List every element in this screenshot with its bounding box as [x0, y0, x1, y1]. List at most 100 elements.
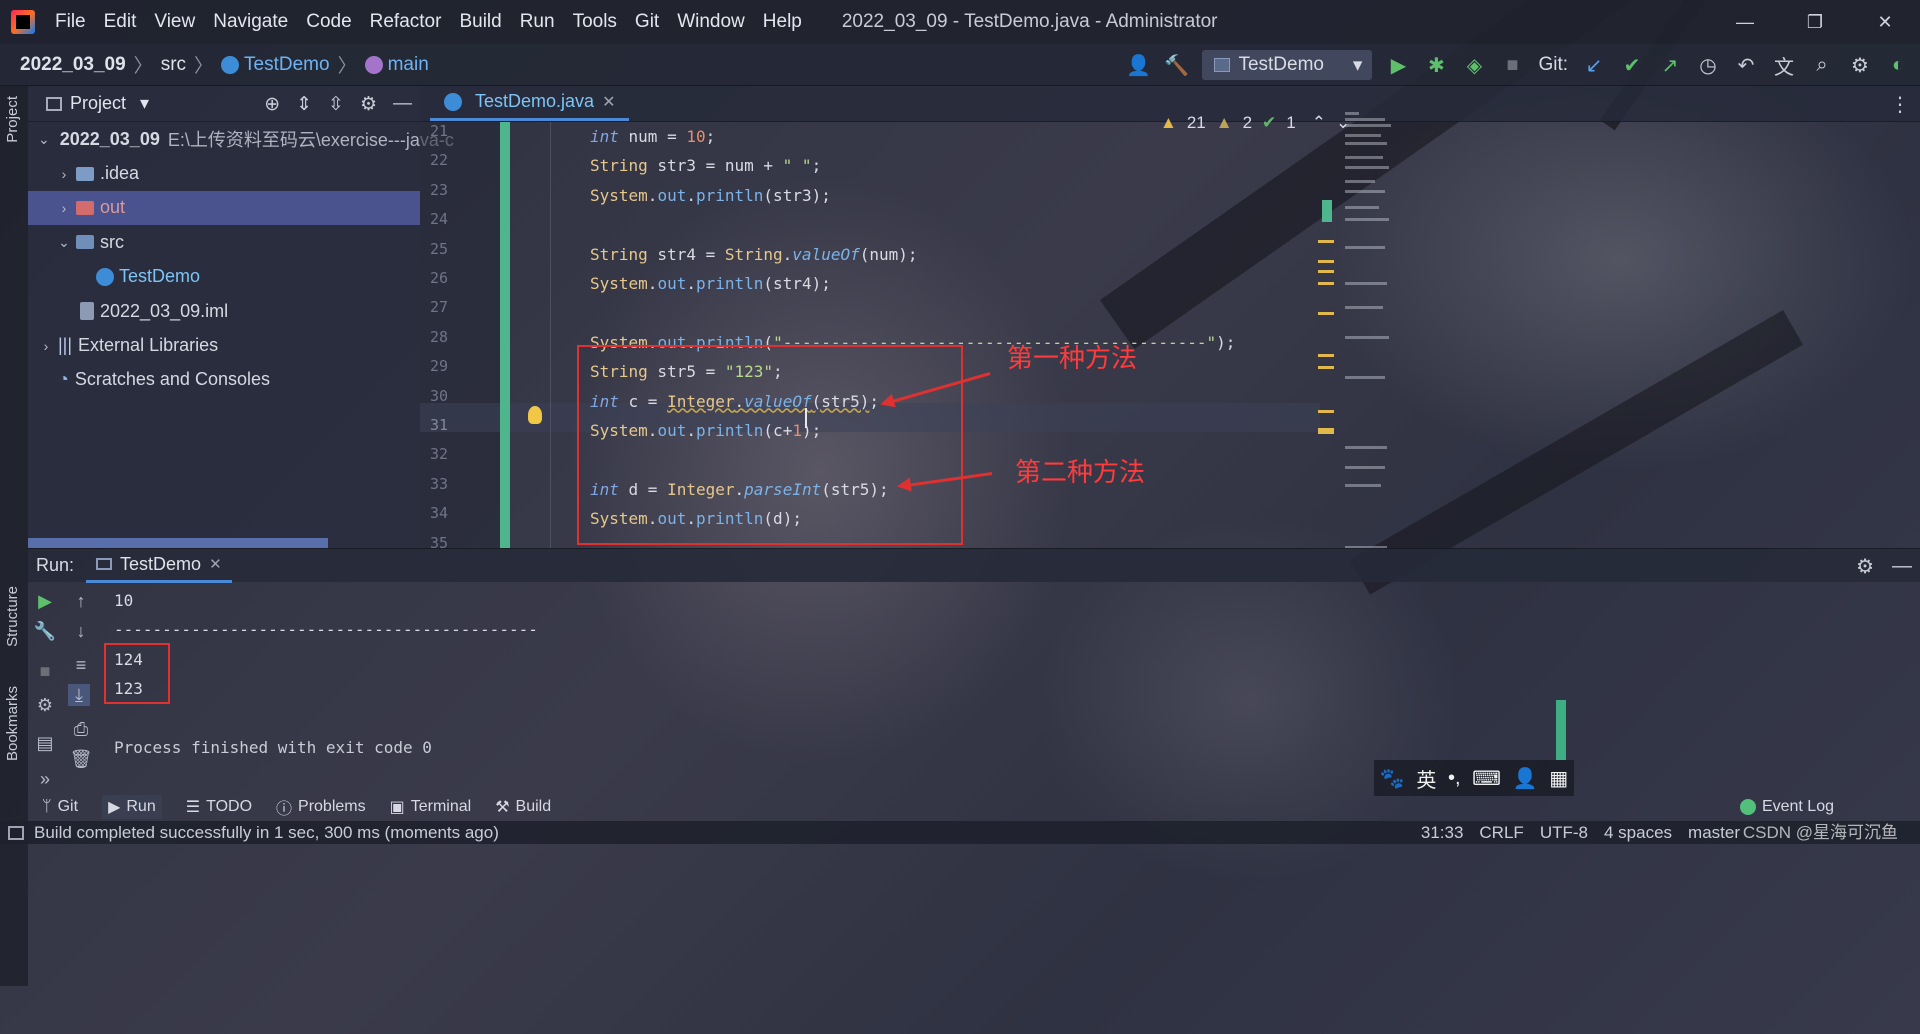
expand-all-icon[interactable]: ⇕ [296, 93, 312, 116]
layout-toggle-icon[interactable] [8, 825, 24, 840]
more-icon[interactable]: » [34, 768, 56, 790]
ime-grid-icon[interactable]: ▦ [1549, 766, 1568, 791]
tool-problems[interactable]: ⓘ Problems [276, 795, 366, 819]
menu-tools[interactable]: Tools [573, 11, 617, 33]
console-output[interactable]: 10 -------------------------------------… [114, 586, 1314, 796]
git-commit-icon[interactable]: ✔ [1620, 53, 1644, 77]
tool-structure-label[interactable]: Structure [4, 586, 21, 647]
inspection-widget[interactable]: ▲ 21 ▲ 2 ✔ 1 ⌃ ⌄ [1160, 112, 1350, 134]
tool-run[interactable]: ▶ Run [102, 795, 162, 819]
tool-build[interactable]: ⚒ Build [495, 797, 551, 817]
project-panel-title[interactable]: Project [70, 93, 126, 114]
chevron-right-icon[interactable]: › [56, 200, 72, 216]
search-icon[interactable]: ⌕ [1810, 53, 1834, 77]
stop-icon[interactable]: ■ [1500, 53, 1524, 77]
close-icon[interactable]: ✕ [209, 555, 222, 573]
layout-icon[interactable]: ▤ [34, 732, 56, 754]
rerun-icon[interactable]: ▶ [34, 590, 56, 612]
close-button[interactable]: ✕ [1850, 0, 1920, 44]
print-icon[interactable]: ⎙ [70, 718, 92, 740]
ime-punct-icon[interactable]: •, [1448, 767, 1461, 790]
chevron-down-icon[interactable]: ▾ [140, 93, 149, 114]
history-icon[interactable]: ◷ [1696, 53, 1720, 77]
tool-todo[interactable]: ☰ TODO [186, 797, 252, 817]
restore-button[interactable]: ❐ [1780, 0, 1850, 44]
locate-icon[interactable]: ⊕ [264, 93, 280, 116]
arrow-up-icon[interactable]: ↑ [70, 590, 92, 612]
tree-item-src[interactable]: ⌄ src [28, 225, 420, 259]
caret-position[interactable]: 31:33 [1421, 823, 1464, 843]
chevron-right-icon[interactable]: › [56, 166, 72, 182]
menu-file[interactable]: File [55, 11, 86, 33]
build-hammer-icon[interactable]: 🔨 [1164, 53, 1189, 77]
coverage-icon[interactable]: ◈ [1462, 53, 1486, 77]
chevron-up-icon[interactable]: ⌃ [1312, 113, 1326, 133]
chevron-down-icon[interactable]: ⌄ [38, 131, 50, 148]
tree-item-external-libraries[interactable]: › ||| External Libraries [28, 328, 420, 362]
gear-icon[interactable]: ⚙ [360, 93, 377, 116]
vertical-scrollbar[interactable] [1556, 700, 1566, 760]
menu-window[interactable]: Window [677, 11, 745, 33]
menu-run[interactable]: Run [520, 11, 555, 33]
code-minimap[interactable] [1335, 106, 1415, 556]
run-icon[interactable]: ▶ [1386, 53, 1410, 77]
ime-keyboard-icon[interactable]: ⌨ [1472, 766, 1501, 791]
ime-paw-icon[interactable]: 🐾 [1380, 766, 1405, 791]
menu-build[interactable]: Build [459, 11, 501, 33]
tool-git[interactable]: ᛘ Git [42, 798, 78, 816]
wrench-icon[interactable]: 🔧 [34, 620, 56, 642]
chevron-down-icon[interactable]: ⌄ [56, 234, 72, 251]
breadcrumb-method[interactable]: main [388, 54, 429, 76]
tree-item-iml[interactable]: 2022_03_09.iml [28, 294, 420, 328]
menu-git[interactable]: Git [635, 11, 659, 33]
gear-icon[interactable]: ⚙ [1848, 53, 1872, 77]
menu-help[interactable]: Help [763, 11, 802, 33]
error-stripe[interactable] [1318, 240, 1334, 440]
minimize-button[interactable]: — [1710, 0, 1780, 44]
translate-icon[interactable]: 文 [1772, 53, 1796, 79]
rollback-icon[interactable]: ↶ [1734, 53, 1758, 77]
arrow-down-icon[interactable]: ↓ [70, 620, 92, 642]
git-push-icon[interactable]: ↗ [1658, 53, 1682, 77]
debug-icon[interactable]: ✱ [1424, 53, 1448, 77]
menu-view[interactable]: View [154, 11, 195, 33]
menu-navigate[interactable]: Navigate [213, 11, 288, 33]
trash-icon[interactable]: 🗑 [70, 748, 93, 770]
tool-bookmarks-label[interactable]: Bookmarks [4, 686, 21, 761]
indent-setting[interactable]: 4 spaces [1604, 823, 1672, 843]
plugin-icon[interactable]: ◐ [1886, 53, 1910, 77]
file-encoding[interactable]: UTF-8 [1540, 823, 1588, 843]
tree-item-idea[interactable]: › .idea [28, 156, 420, 190]
line-separator[interactable]: CRLF [1479, 823, 1523, 843]
stop-icon[interactable]: ■ [34, 660, 56, 682]
more-icon[interactable]: ⋮ [1890, 92, 1910, 117]
git-update-icon[interactable]: ↙ [1582, 53, 1606, 77]
settings-icon[interactable]: ⚙ [34, 694, 56, 716]
user-icon[interactable]: 👤 [1126, 53, 1151, 77]
breadcrumb-project[interactable]: 2022_03_09 [20, 54, 126, 76]
editor-scroll-thumb[interactable] [1322, 200, 1332, 222]
ime-mode-label[interactable]: 英 [1416, 764, 1436, 793]
horizontal-scrollbar[interactable] [28, 538, 328, 548]
scroll-to-end-icon[interactable]: ⤓ [68, 684, 90, 706]
breadcrumb-src[interactable]: src [161, 54, 186, 76]
tool-project-label[interactable]: Project [4, 96, 21, 143]
chevron-right-icon[interactable]: › [38, 338, 54, 354]
tree-item-testdemo[interactable]: TestDemo [28, 260, 420, 294]
menu-refactor[interactable]: Refactor [370, 11, 442, 33]
soft-wrap-icon[interactable]: ≡ [70, 654, 92, 676]
gear-icon[interactable]: ⚙ [1856, 554, 1874, 579]
close-icon[interactable]: ✕ [602, 92, 615, 112]
hide-icon[interactable]: — [1892, 555, 1912, 578]
menu-edit[interactable]: Edit [104, 11, 137, 33]
run-tab-testdemo[interactable]: TestDemo ✕ [86, 549, 232, 583]
lightbulb-icon[interactable] [528, 406, 542, 424]
tree-item-scratches[interactable]: ◔ Scratches and Consoles [28, 363, 420, 397]
ime-user-icon[interactable]: 👤 [1513, 766, 1538, 791]
status-message[interactable]: Build completed successfully in 1 sec, 3… [34, 823, 499, 843]
menu-code[interactable]: Code [306, 11, 351, 33]
vcs-change-marker[interactable] [500, 122, 510, 548]
tree-item-out[interactable]: › out [28, 190, 420, 226]
hide-icon[interactable]: — [393, 93, 412, 115]
run-configuration-select[interactable]: TestDemo ▾ [1202, 50, 1373, 80]
